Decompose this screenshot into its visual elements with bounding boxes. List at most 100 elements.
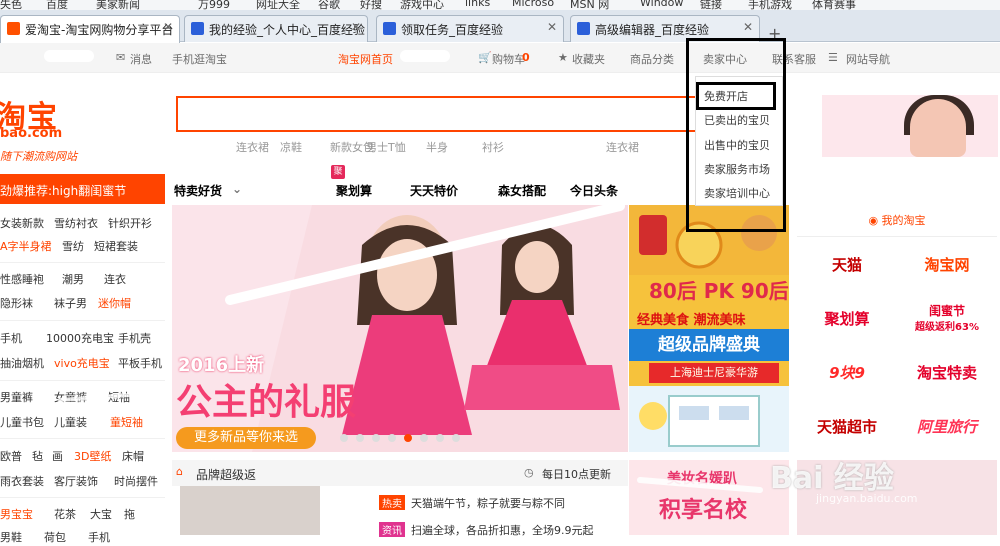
category-item[interactable]: 聚划算 [336,182,372,199]
close-icon[interactable]: ✕ [163,20,173,34]
banner-cta-button[interactable]: 更多新品等你来选 [176,427,316,449]
news-item[interactable]: 热卖 天猫端午节，粽子就要与粽不同 [379,495,629,511]
left-link[interactable]: 童短袖 [110,414,143,430]
close-icon[interactable]: ✕ [547,20,557,34]
left-link[interactable]: 男童裤 [0,389,33,405]
hot-word[interactable]: 衬衫 [482,139,504,153]
beauty-promo-ad[interactable]: 美妆名媛趴 积享名校 [629,460,789,535]
favorites-link[interactable]: 收藏夹 [572,51,605,67]
left-link[interactable]: 女童裤 [54,389,87,405]
bookmark-item[interactable]: links [465,0,490,9]
left-link[interactable]: 床帽 [122,448,144,464]
hot-word[interactable]: 凉鞋 [280,139,302,153]
left-link[interactable]: 短裙套装 [94,238,138,254]
cart-link[interactable]: 购物车 [492,51,525,67]
left-link[interactable]: 手机壳 [118,330,151,346]
carousel-dot[interactable] [340,434,348,442]
carousel-dot[interactable] [388,434,396,442]
left-link[interactable]: 潮男 [62,271,84,287]
left-link[interactable]: 花茶 [54,506,76,522]
hot-word[interactable]: 半身 [426,139,448,153]
left-link[interactable]: 荷包 [44,529,66,545]
tab-claim-task[interactable]: 领取任务_百度经验 ✕ [376,15,564,42]
hot-word[interactable]: 连衣裙 [236,139,269,153]
left-link[interactable]: 平板手机 [118,355,162,371]
left-link[interactable]: 男宝宝 [0,506,33,522]
bookmark-item[interactable]: 失色 [0,0,22,10]
bookmark-item[interactable]: 好搜 [360,0,382,10]
left-link[interactable]: 连衣 [104,271,126,287]
food-promo-ad[interactable]: 80后 PK 90后 经典美食 潮流美味 超级品牌盛典 上海迪士尼豪华游 [629,205,789,452]
category-item[interactable]: 天天特价 [410,182,458,199]
left-link[interactable]: 儿童书包 [0,414,44,430]
tab-my-experience[interactable]: 我的经验_个人中心_百度经验 ✕ [184,15,368,42]
left-link[interactable]: 女装新款 [0,215,44,231]
carousel-dot[interactable] [420,434,428,442]
left-link[interactable]: 画 [52,448,63,464]
left-link[interactable]: 雪纺衬衣 [54,215,98,231]
category-item[interactable]: 特卖好货 [174,182,222,199]
guimi-festival-logo[interactable]: 闺蜜节 超级返利63% [897,293,997,345]
bookmark-item[interactable]: 手机游戏 [748,0,792,10]
tmall-logo[interactable]: 天猫 [797,239,897,291]
carousel-dot[interactable] [452,434,460,442]
news-item[interactable]: 资讯 扫遍全球，各品折扣惠，全场9.9元起 [379,522,629,538]
taobao-home-link[interactable]: 淘宝网首页 [338,51,393,67]
left-link[interactable]: 短袖 [108,389,130,405]
bookmark-item[interactable]: 体育赛事 [812,0,856,10]
close-icon[interactable]: ✕ [351,20,361,34]
bookmark-item[interactable]: Microso [512,0,554,9]
my-taobao-header[interactable]: ◉ 我的淘宝 [797,205,997,237]
left-link[interactable]: 欧普 [0,448,22,464]
main-banner[interactable]: 2016上新 公主的礼服 更多新品等你来选 [172,205,628,452]
top-right-ad[interactable] [822,95,998,157]
left-link[interactable]: 雨衣套装 [0,473,44,489]
left-link[interactable]: 雪纺 [62,238,84,254]
left-link[interactable]: 时尚摆件 [114,473,158,489]
left-link[interactable]: 男鞋 [0,529,22,545]
left-link[interactable]: 3D壁纸 [74,448,111,464]
bookmark-item[interactable]: 谷歌 [318,0,340,10]
mobile-taobao-link[interactable]: 手机逛淘宝 [172,51,227,67]
left-link[interactable]: A字半身裙 [0,238,52,254]
juhuasuan-logo[interactable]: 聚划算 [797,293,897,345]
left-link[interactable]: vivo充电宝 [54,355,110,371]
taobao-logo-link[interactable]: 淘宝网 [897,239,997,291]
bookmark-item[interactable]: 百度 [46,0,68,10]
bookmark-item[interactable]: 游戏中心 [400,0,444,10]
left-link[interactable]: 10000充电宝 [46,330,114,346]
brand-title[interactable]: 品牌超级返 [196,466,256,483]
brand-product-image[interactable] [180,486,320,535]
left-link[interactable]: 袜子男 [54,295,87,311]
left-link[interactable]: 客厅装饰 [54,473,98,489]
tmall-supermarket-logo[interactable]: 天猫超市 [797,401,897,453]
left-link[interactable]: 隐形袜 [0,295,33,311]
left-link[interactable]: 拖 [124,506,135,522]
hot-word[interactable]: 连衣裙 [606,139,639,153]
left-link[interactable]: 手机 [0,330,22,346]
site-navigation-link[interactable]: 网站导航 [846,51,890,67]
bookmark-item[interactable]: 美家新闻 [96,0,140,10]
bookmark-item[interactable]: Window [640,0,683,9]
left-link[interactable]: 手机 [88,529,110,545]
bookmark-item[interactable]: MSN 网 [570,0,609,10]
left-link[interactable]: 大宝 [90,506,112,522]
bookmark-item[interactable]: 万999 [198,0,230,10]
left-link[interactable]: 针织开衫 [108,215,152,231]
categories-link[interactable]: 商品分类 [630,51,674,67]
category-item[interactable]: 森女搭配 [498,182,546,199]
left-link[interactable]: 性感睡袍 [0,271,44,287]
carousel-dot[interactable] [372,434,380,442]
left-link[interactable]: 迷你帽 [98,295,131,311]
left-link[interactable]: 毡 [32,448,43,464]
bookmark-item[interactable]: 链接 [700,0,722,10]
bookmark-item[interactable]: 网址大全 [256,0,300,10]
left-promo-header[interactable]: 劲爆推荐:high翻闺蜜节 [0,174,165,204]
left-link[interactable]: 儿童装 [54,414,87,430]
left-link[interactable]: 抽油烟机 [0,355,44,371]
taobao-temai-logo[interactable]: 淘宝特卖 [897,347,997,399]
close-icon[interactable]: ✕ [743,20,753,34]
carousel-dot[interactable] [356,434,364,442]
carousel-dot-active[interactable] [404,434,412,442]
travel-logo[interactable]: 阿里旅行 [897,401,997,453]
